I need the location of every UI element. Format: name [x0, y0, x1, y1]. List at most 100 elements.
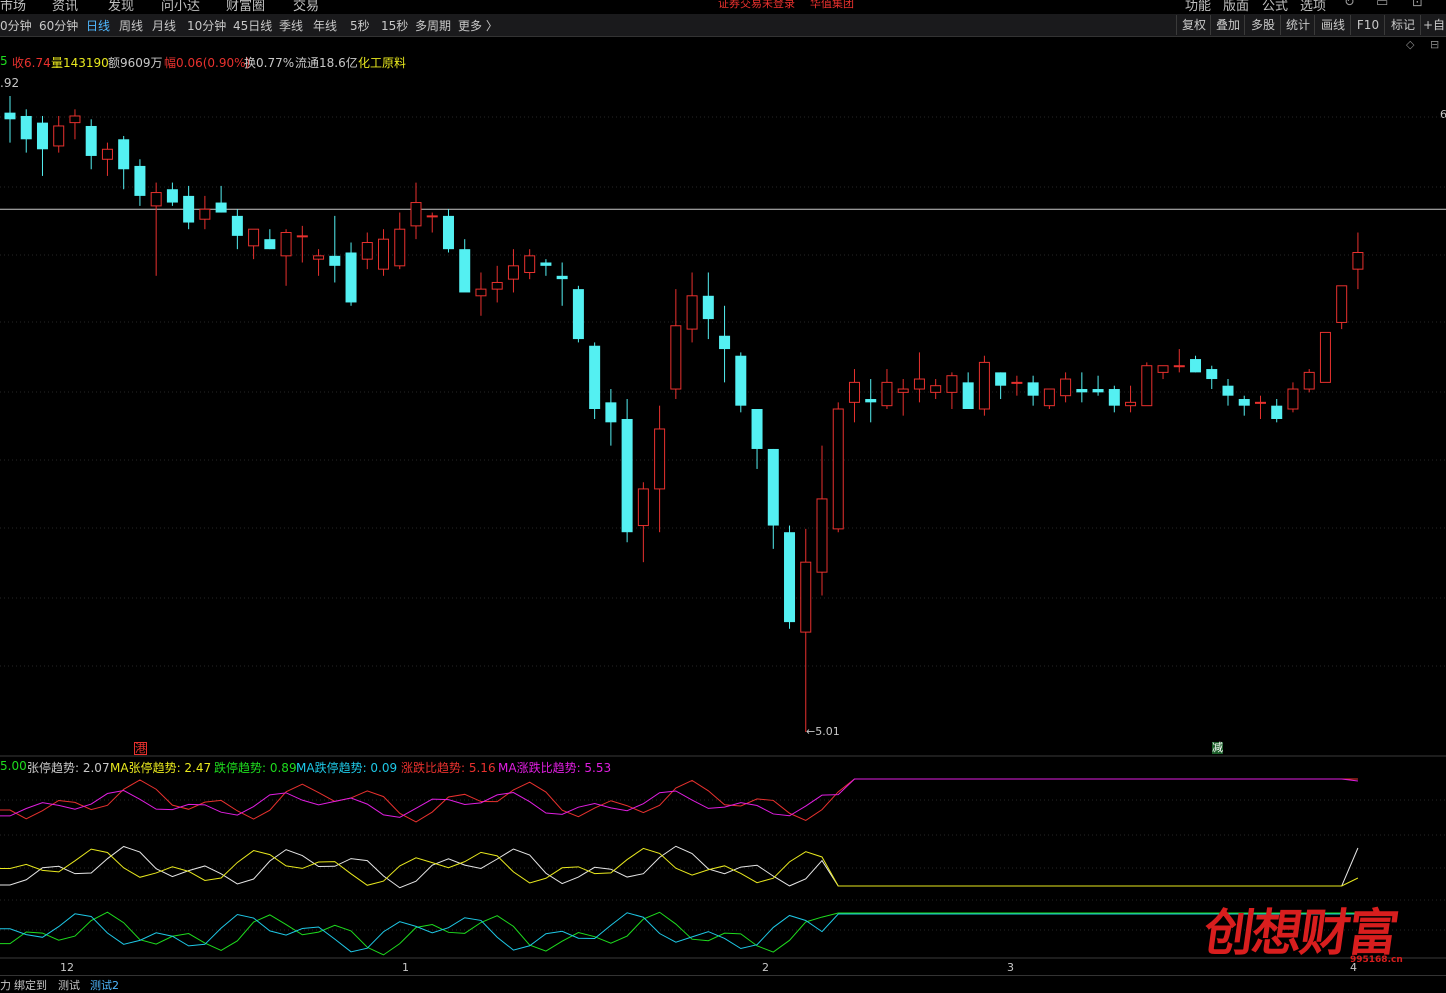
- ratio-trend-line: [0, 778, 1358, 823]
- candle-body: [1336, 285, 1348, 323]
- candle-body: [767, 448, 779, 526]
- candle-body: [686, 295, 698, 330]
- candle-body: [20, 115, 32, 140]
- limit-down-trend-line: [0, 911, 1358, 956]
- candle-body: [1157, 365, 1169, 373]
- candle-body: [426, 215, 438, 218]
- kline-chart[interactable]: [0, 0, 1446, 975]
- legend-zt: 张停趋势: 2.07: [27, 761, 110, 775]
- candle-body: [1352, 252, 1364, 270]
- candle-body: [637, 488, 649, 527]
- watermark-url: 995168.cn: [1350, 955, 1403, 965]
- candle-body: [784, 532, 796, 623]
- low-price-label: ←5.01: [806, 725, 840, 738]
- limit-up-trend-panel: [0, 845, 1359, 889]
- legend-ma-ratio: MA涨跌比趋势: 5.53: [498, 761, 612, 775]
- candle-body: [491, 281, 503, 290]
- candle-body: [313, 255, 325, 260]
- candle-body: [507, 265, 519, 280]
- candle-body: [913, 378, 925, 390]
- legend-ma-dt: MA跌停趋势: 0.09: [296, 761, 398, 775]
- candle-body: [475, 288, 487, 297]
- candle-body: [930, 385, 942, 393]
- candle-body: [524, 255, 536, 273]
- candle-body: [1125, 401, 1137, 407]
- candle-body: [1190, 359, 1202, 373]
- reduce-holding-marker[interactable]: 减: [1212, 742, 1223, 754]
- ma-ratio-trend-line: [0, 778, 1358, 818]
- candle-body: [394, 228, 406, 267]
- candle-body: [166, 189, 178, 203]
- candle-body: [442, 215, 454, 250]
- candle-body: [946, 375, 958, 393]
- candle-body: [85, 125, 97, 156]
- limit-down-trend-panel: [0, 911, 1358, 956]
- chart-grid: [0, 116, 1446, 959]
- candle-body: [118, 139, 130, 170]
- candle-body: [345, 252, 357, 303]
- candle-body: [978, 361, 990, 410]
- bottom-tab-test2[interactable]: 测试2: [90, 977, 119, 993]
- candle-body: [361, 242, 373, 260]
- candle-body: [1173, 365, 1185, 368]
- candle-body: [572, 289, 584, 340]
- candle-body: [1222, 385, 1234, 396]
- legend-lead: 5.00: [0, 759, 27, 773]
- candle-body: [4, 112, 16, 120]
- candle-body: [800, 561, 812, 633]
- candle-body: [556, 275, 568, 280]
- candle-body: [1271, 405, 1283, 419]
- ma-limit-up-trend-line: [0, 847, 1359, 887]
- candle-body: [589, 345, 601, 410]
- candle-body: [1254, 401, 1266, 404]
- candle-body: [962, 382, 974, 410]
- candle-body: [1027, 382, 1039, 396]
- x-tick-mar: 3: [1007, 961, 1014, 974]
- candle-body: [410, 202, 422, 227]
- hk-connect-marker[interactable]: 港: [134, 742, 147, 755]
- candle-body: [621, 418, 633, 533]
- candle-body: [751, 409, 763, 449]
- candle-body: [670, 325, 682, 390]
- legend-dt: 跌停趋势: 0.89: [214, 761, 297, 775]
- candle-body: [654, 428, 666, 490]
- candle-body: [995, 372, 1007, 386]
- candle-body: [605, 402, 617, 423]
- candlestick-series: [4, 96, 1364, 732]
- candle-body: [264, 239, 276, 250]
- candle-body: [1287, 388, 1299, 410]
- candle-body: [1043, 388, 1055, 407]
- candle-body: [848, 381, 860, 403]
- candle-body: [735, 355, 747, 406]
- bottom-tab-test[interactable]: 测试: [58, 977, 80, 993]
- bottom-tab-force[interactable]: 力: [0, 977, 11, 993]
- candle-body: [1238, 399, 1250, 406]
- ma-limit-down-trend-line: [0, 912, 1358, 953]
- candle-body: [1108, 389, 1120, 406]
- x-tick-feb: 2: [762, 961, 769, 974]
- candle-body: [296, 235, 308, 238]
- candle-body: [1141, 365, 1153, 407]
- candle-body: [329, 255, 341, 266]
- candle-body: [1011, 381, 1023, 384]
- candle-body: [1076, 389, 1088, 393]
- candle-body: [702, 295, 714, 320]
- candle-body: [53, 125, 65, 147]
- candle-body: [832, 408, 844, 530]
- candle-body: [183, 195, 195, 223]
- candle-body: [248, 228, 260, 247]
- candle-body: [1092, 389, 1104, 393]
- x-tick-dec: 12: [60, 961, 74, 974]
- candle-body: [1206, 369, 1218, 380]
- candle-body: [69, 115, 81, 124]
- candle-body: [816, 498, 828, 573]
- candle-body: [134, 165, 146, 196]
- candle-body: [1303, 371, 1315, 390]
- candle-body: [865, 399, 877, 403]
- bottom-tab-bar: 力 绑定到 测试 测试2: [0, 975, 1446, 993]
- bottom-tab-bind[interactable]: 绑定到: [14, 977, 47, 993]
- candle-body: [150, 192, 162, 207]
- limit-up-trend-line: [0, 845, 1359, 889]
- candle-body: [459, 249, 471, 293]
- ratio-trend-panel: [0, 778, 1358, 823]
